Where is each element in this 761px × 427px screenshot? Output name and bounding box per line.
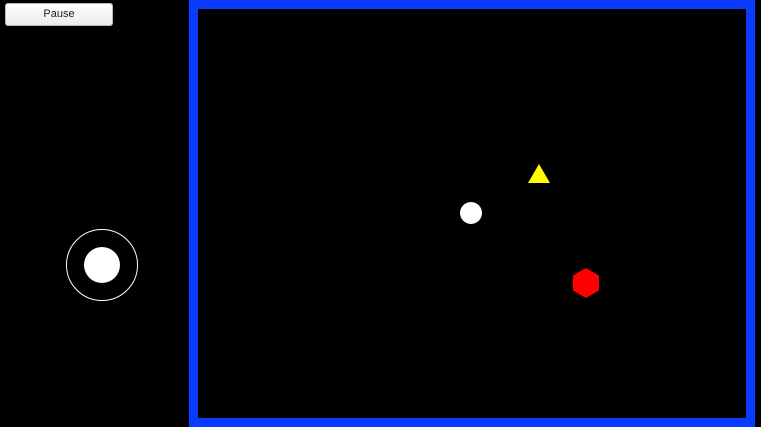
- player-ball: [460, 202, 482, 224]
- enemy-triangle: [528, 164, 550, 183]
- game-entities-layer: [460, 164, 599, 298]
- enemy-hexagon: [573, 268, 599, 298]
